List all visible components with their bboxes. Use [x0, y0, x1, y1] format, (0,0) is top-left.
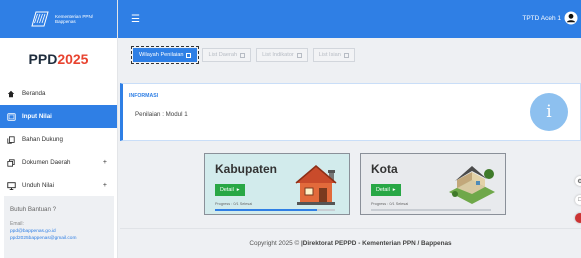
topbar: ☰ TPTD Aceh 1 — [118, 0, 581, 38]
card-kota: Kota Detail ▸ Progress : 0/1 Selesai — [360, 153, 506, 215]
monitor-icon — [5, 180, 17, 192]
step-label: List Indikator — [262, 52, 294, 58]
house-isometric-icon — [449, 166, 495, 204]
step-list-isian[interactable]: List Isian — [312, 48, 355, 62]
card-kabupaten: Kabupaten Detail ▸ Progress : 0/1 Selesa… — [204, 153, 350, 215]
help-email-label: Email: — [10, 221, 24, 227]
app-title-part1: PPD — [28, 51, 58, 67]
info-icon: i — [530, 93, 568, 131]
detail-button-kabupaten[interactable]: Detail ▸ — [215, 184, 245, 196]
progress-fill — [215, 209, 317, 211]
sidebar-menu: Beranda Input Nilai Bahan Dukung Dokumen… — [0, 82, 117, 197]
info-label: Penilaian — [135, 111, 161, 118]
progress-label: Progress : 0/1 Selesai — [215, 202, 253, 206]
help-title: Butuh Bantuan ? — [10, 206, 57, 213]
user-menu[interactable]: TPTD Aceh 1 — [522, 11, 578, 25]
bappenas-logo-icon — [31, 11, 49, 27]
copy-icon — [5, 134, 17, 146]
progress-label: Progress : 0/1 Selesai — [371, 202, 409, 206]
step-nav: Wilayah Penilaian List Daerah List Indik… — [130, 46, 355, 64]
card-title: Kabupaten — [215, 162, 278, 176]
info-panel: INFORMASI Penilaian : Modul 1 i — [120, 83, 581, 141]
clone-icon — [5, 157, 17, 169]
footer-org: |Direktorat PEPPD - Kementerian PPN / Ba… — [301, 240, 452, 247]
square-icon — [186, 52, 192, 58]
detail-button-kota[interactable]: Detail ▸ — [371, 184, 401, 196]
square-icon — [343, 52, 349, 58]
info-text: Penilaian : Modul 1 — [135, 111, 188, 118]
sidebar-item-label: Dokumen Daerah — [22, 159, 71, 166]
language-flag-icon[interactable] — [575, 213, 581, 223]
brand-bar: Kementerian PPN/ Bappenas — [0, 0, 117, 38]
app-title: PPD2025 — [0, 38, 117, 82]
hamburger-icon[interactable]: ☰ — [131, 14, 140, 25]
step-label: List Isian — [318, 52, 341, 58]
info-value: : Modul 1 — [162, 111, 188, 118]
step-label: Wilayah Penilaian — [139, 52, 184, 58]
sidebar-item-unduh-nilai[interactable]: Unduh Nilai + — [0, 174, 117, 197]
expand-icon[interactable]: + — [103, 159, 107, 166]
sidebar-item-bahan-dukung[interactable]: Bahan Dukung — [0, 128, 117, 151]
button-label: Detail — [376, 187, 390, 193]
sidebar-item-label: Bahan Dukung — [22, 136, 63, 143]
card-title: Kota — [371, 162, 398, 176]
square-icon — [240, 52, 246, 58]
sidebar-item-beranda[interactable]: Beranda — [0, 82, 117, 105]
app-title-part2: 2025 — [57, 51, 89, 67]
tablet-icon — [5, 111, 17, 123]
footer-copyright: Copyright 2025 © — [249, 240, 301, 247]
sidebar-item-dokumen-daerah[interactable]: Dokumen Daerah + — [0, 151, 117, 174]
caret-right-icon: ▸ — [236, 187, 240, 193]
step-list-daerah[interactable]: List Daerah — [202, 48, 252, 62]
help-box: Butuh Bantuan ? Email: ppd@bappenas.go.i… — [4, 196, 114, 258]
side-tool-icon[interactable]: □ — [575, 195, 581, 205]
sidebar-item-label: Input Nilai — [22, 113, 52, 120]
sidebar-item-label: Unduh Nilai — [22, 182, 54, 189]
sidebar: Kementerian PPN/ Bappenas PPD2025 Berand… — [0, 0, 118, 258]
home-icon — [5, 88, 17, 100]
button-label: Detail — [220, 187, 234, 193]
square-icon — [296, 52, 302, 58]
caret-right-icon: ▸ — [392, 187, 396, 193]
step-wilayah-penilaian[interactable]: Wilayah Penilaian — [130, 46, 200, 64]
help-email-link[interactable]: ppd2025bappenas@gmail.com — [10, 236, 108, 243]
info-title: INFORMASI — [129, 93, 159, 99]
brand-text: Kementerian PPN/ Bappenas — [55, 14, 94, 24]
sidebar-item-label: Beranda — [22, 90, 46, 97]
progress-track — [215, 209, 335, 211]
step-label: List Daerah — [208, 52, 238, 58]
user-avatar-icon — [564, 11, 578, 25]
footer: Copyright 2025 © |Direktorat PEPPD - Kem… — [120, 228, 581, 258]
house-red-roof-icon — [295, 165, 337, 205]
sidebar-item-input-nilai[interactable]: Input Nilai — [0, 105, 117, 128]
expand-icon[interactable]: + — [103, 182, 107, 189]
progress-track — [371, 209, 491, 211]
side-tool-icon[interactable]: ⚙ — [575, 176, 581, 186]
step-list-indikator[interactable]: List Indikator — [256, 48, 308, 62]
user-name: TPTD Aceh 1 — [522, 14, 561, 22]
